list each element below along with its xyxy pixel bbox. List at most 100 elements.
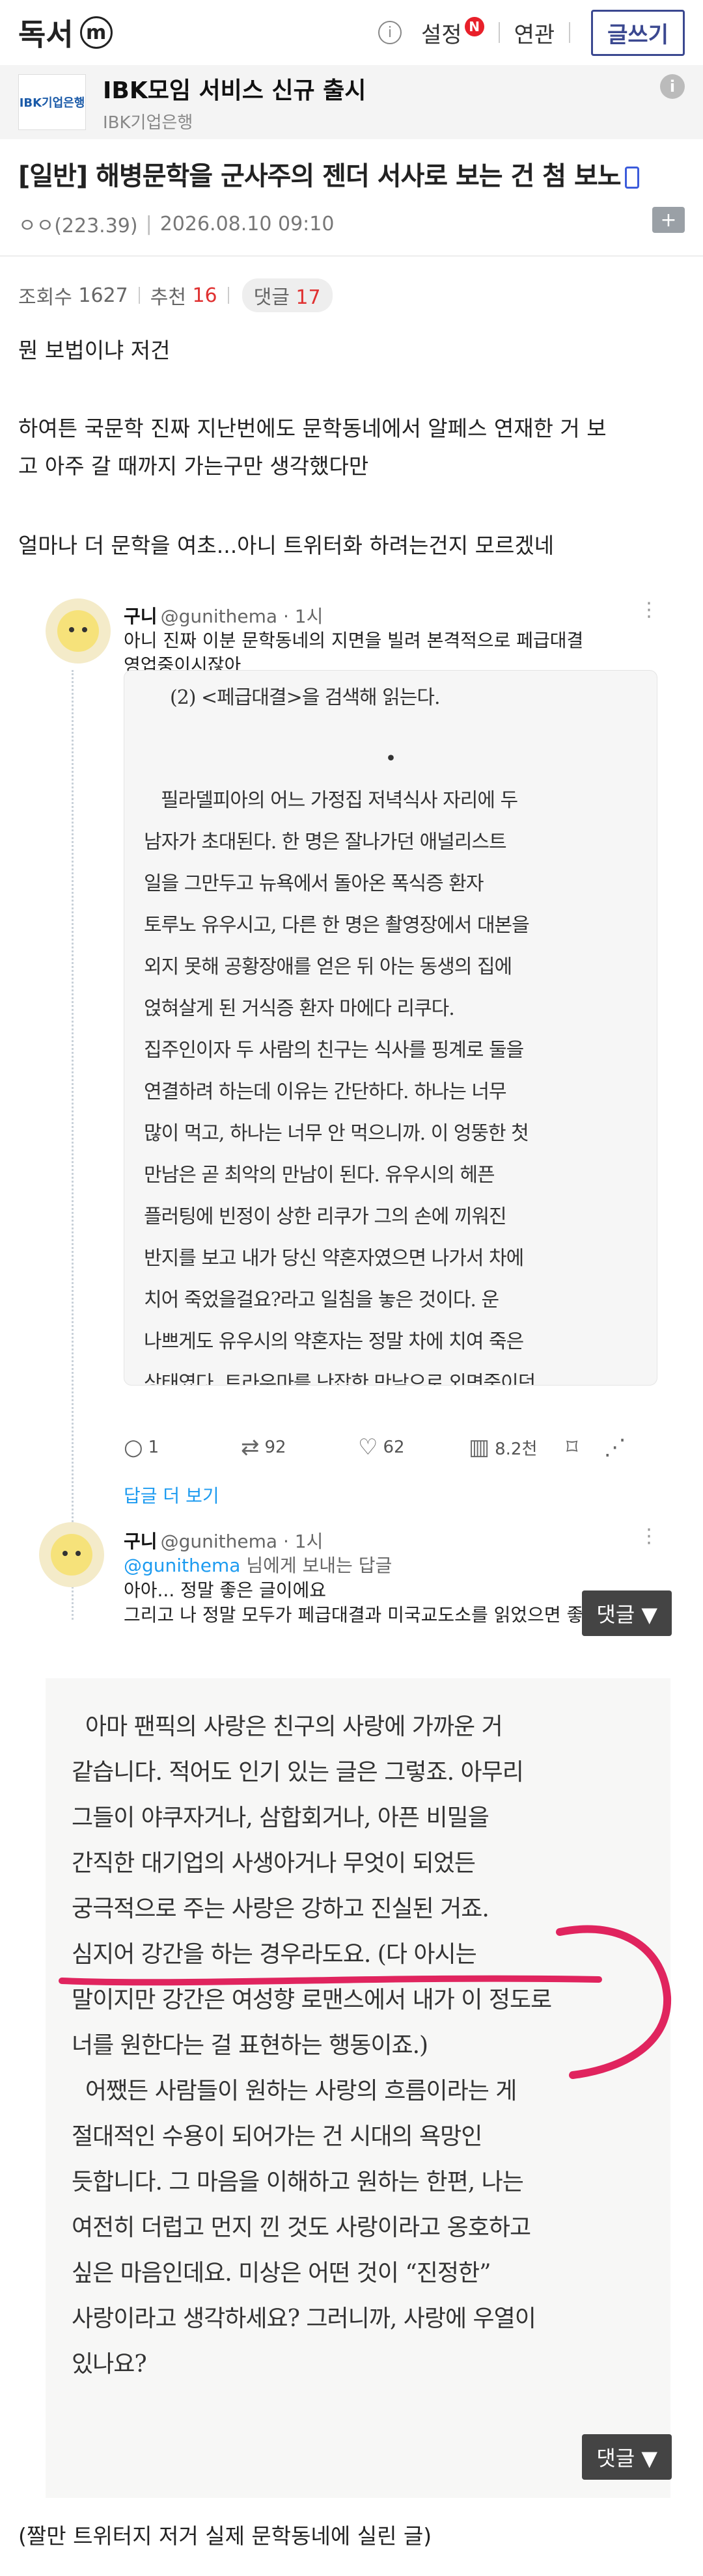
ad-info-icon[interactable]: i: [660, 74, 685, 99]
book-line: 여전히 더럽고 먼지 낀 것도 사랑이라고 옹호하고: [72, 2214, 531, 2241]
book-line: 반지를 보고 내가 당신 약혼자였으면 나가서 차에: [144, 1247, 524, 1270]
book-line: 간직한 대기업의 사생아거나 무엇이 되었든: [72, 1850, 476, 1877]
divider: [498, 22, 500, 43]
red-underline-annotation: [59, 1975, 602, 1986]
new-badge: N: [464, 16, 484, 36]
tweet-actions: ○ 1 ⇄ 92 ♡ 62 ▥ 8.2천 ⌑ ⋰: [124, 1434, 657, 1460]
book-line: 토루노 유우시고, 다른 한 명은 촬영장에서 대본을: [144, 914, 530, 937]
gallery-title[interactable]: 독서 m: [18, 11, 113, 54]
body-line: 얼마나 더 문학을 여초...아니 트위터화 하려는건지 모르겠네: [18, 533, 555, 558]
comment-count-pill[interactable]: 댓글 17: [241, 278, 333, 312]
info-icon[interactable]: i: [378, 21, 402, 44]
book-line: 외지 못해 공황장애를 얻은 뒤 아는 동생의 집에: [144, 956, 512, 978]
book-line: 그들이 야쿠자거나, 삼합회거나, 아픈 비밀을: [72, 1805, 489, 1831]
book-page-image: 아마 팬픽의 사랑은 친구의 사랑에 가까운 거같습니다. 적어도 인기 있는 …: [46, 1678, 672, 2498]
thread-line: [72, 670, 74, 1620]
share-icon: ⋰: [603, 1434, 626, 1460]
reply-count: 1: [148, 1438, 159, 1457]
post-footer-text: (짤만 트위터지 저거 실제 문학동네에 실린 글): [18, 2523, 432, 2549]
retweet-count: 92: [264, 1438, 286, 1457]
book-page-image: (2) <페급대결>을 검색해 읽는다. • 필라델피아의 어느 가정집 저녁식사 …: [124, 670, 657, 1386]
book-line: •: [385, 747, 397, 770]
meta-divider: |: [145, 212, 152, 235]
post-datetime: 2026.08.10 09:10: [159, 212, 335, 235]
reply-to-suffix: 님에게 보내는 답글: [240, 1555, 393, 1576]
views-count: 1627: [78, 284, 128, 307]
tweet-text: 아니 진짜 이분 문학동네의 지면을 빌려 본격적으로 페급대결: [124, 630, 584, 651]
book-line: 사랑이라고 생각하세요? 그러니까, 사랑에 우열이: [72, 2305, 536, 2332]
reply-icon: ○: [124, 1434, 143, 1460]
recommend-count: 16: [192, 284, 217, 307]
views-icon: ▥: [469, 1434, 490, 1460]
write-button[interactable]: 글쓰기: [591, 9, 685, 56]
reply-to-handle: @gunithema: [124, 1555, 241, 1576]
book-line: 상태였다. 트라우마를 난잡한 만남으로 외면중이던: [144, 1372, 536, 1386]
post-stats: 조회수 1627 추천 16 댓글 17: [18, 278, 333, 312]
like-icon: ♡: [358, 1434, 378, 1460]
tweet-author-handle: @gunithema · 1시: [160, 1531, 324, 1552]
book-line: 아마 팬픽의 사랑은 친구의 사랑에 가까운 거: [72, 1713, 503, 1740]
body-line: 하여튼 국문학 진짜 지난번에도 문학동네에서 알페스 연재한 거 보: [18, 416, 607, 441]
ad-logo: IBK기업은행: [18, 74, 86, 130]
book-line: 만남은 곧 최악의 만남이 된다. 유우시의 헤픈: [144, 1164, 495, 1187]
bookmark-icon: ⌑: [566, 1434, 578, 1460]
book-line: 필라델피아의 어느 가정집 저녁식사 자리에 두: [161, 789, 518, 812]
post-author[interactable]: ㅇㅇ(223.39): [18, 209, 138, 238]
post-header: [일반] 해병문학을 군사주의 젠더 서사로 보는 건 첨 보노 ㅇㅇ(223.…: [0, 139, 703, 256]
book-line: 같습니다. 적어도 인기 있는 글은 그렇죠. 아무리: [72, 1759, 524, 1786]
avatar: [46, 598, 111, 664]
tweet-author-name: 구니: [124, 606, 158, 627]
divider: [227, 287, 229, 304]
views-label: 조회수: [18, 286, 72, 309]
avatar: [39, 1522, 104, 1587]
book-line: 치어 죽었을걸요?라고 일침을 놓은 것이다. 운: [144, 1289, 499, 1311]
like-count: 62: [383, 1438, 405, 1457]
more-icon: ⋮: [639, 598, 659, 621]
book-line: 남자가 초대된다. 한 명은 잘나가던 애널리스트: [144, 831, 507, 853]
book-line: 듯합니다. 그 마음을 이해하고 원하는 한편, 나는: [72, 2169, 524, 2195]
book-line: 집주인이자 두 사람의 친구는 식사를 핑계로 둘을: [144, 1039, 524, 1062]
book-line: 연결하려 하는데 이유는 간단하다. 하나는 너무: [144, 1080, 507, 1103]
retweet-icon: ⇄: [241, 1434, 260, 1460]
body-line: 고 아주 갈 때까지 가는구만 생각했다만: [18, 453, 369, 479]
book-line: 일을 그만두고 뉴욕에서 돌아온 폭식증 환자: [144, 872, 484, 895]
comment-jump-button[interactable]: 댓글 ▼: [582, 2434, 672, 2480]
scrap-icon[interactable]: +: [652, 207, 685, 233]
minor-gallery-icon: m: [79, 16, 113, 49]
divider: [138, 287, 140, 304]
tweet-author-name: 구니: [124, 1531, 158, 1552]
settings-link[interactable]: 설정 N: [421, 16, 484, 49]
tweet-text: 그리고 나 정말 모두가 페급대결과 미국교도소를 읽었으면 좋겠어: [124, 1604, 617, 1626]
book-line: 플러팅에 빈정이 상한 리쿠가 그의 손에 끼워진: [144, 1205, 507, 1228]
tweet-text: 아아... 정말 좋은 글이에요: [124, 1579, 327, 1601]
settings-label[interactable]: 설정: [421, 22, 462, 48]
ad-subtitle: IBK기업은행: [103, 113, 193, 133]
book-line: 많이 먹고, 하나는 너무 안 먹으니까. 이 엉뚱한 첫: [144, 1122, 529, 1145]
book-line: 나쁘게도 유우시의 약혼자는 정말 차에 치여 죽은: [144, 1330, 524, 1353]
comment-count: 17: [296, 286, 321, 309]
gallery-name[interactable]: 독서: [18, 11, 74, 54]
ad-title[interactable]: IBK모임 서비스 신규 출시: [103, 72, 366, 105]
tweet-author-handle: @gunithema · 1시: [160, 606, 324, 627]
book-line: 얹혀살게 된 거식증 환자 마에다 리쿠다.: [144, 997, 455, 1020]
comment-jump-button[interactable]: 댓글 ▼: [582, 1590, 672, 1636]
top-bar: 독서 m i 설정 N 연관 글쓰기: [0, 0, 703, 65]
book-line: 싶은 마음인데요. 미상은 어떤 것이 “진정한”: [72, 2260, 491, 2287]
book-line: 절대적인 수용이 되어가는 건 시대의 욕망인: [72, 2123, 482, 2150]
related-link[interactable]: 연관: [514, 17, 555, 49]
body-line: 뭔 보법이냐 저건: [18, 338, 171, 363]
post-title: [일반] 해병문학을 군사주의 젠더 서사로 보는 건 첨 보노: [18, 155, 685, 193]
recommend-label: 추천: [150, 286, 186, 309]
mobile-icon: [624, 167, 639, 189]
comment-label: 댓글: [253, 286, 290, 309]
book-line: 있나요?: [72, 2351, 147, 2378]
tweet-views: 8.2천: [495, 1439, 538, 1459]
post-title-text: [일반] 해병문학을 군사주의 젠더 서사로 보는 건 첨 보노: [18, 161, 622, 191]
show-more-replies: 답글 더 보기: [124, 1485, 219, 1507]
book-line: (2) <페급대결>을 검색해 읽는다.: [170, 686, 441, 709]
more-icon: ⋮: [639, 1525, 659, 1548]
tweet-capture: 구니 @gunithema · 1시 아니 진짜 이분 문학동네의 지면을 빌려…: [39, 585, 670, 1626]
red-circle-annotation: [556, 1925, 672, 2079]
divider: [569, 22, 571, 43]
ad-banner[interactable]: IBK기업은행 IBK모임 서비스 신규 출시 IBK기업은행 i: [0, 65, 703, 139]
